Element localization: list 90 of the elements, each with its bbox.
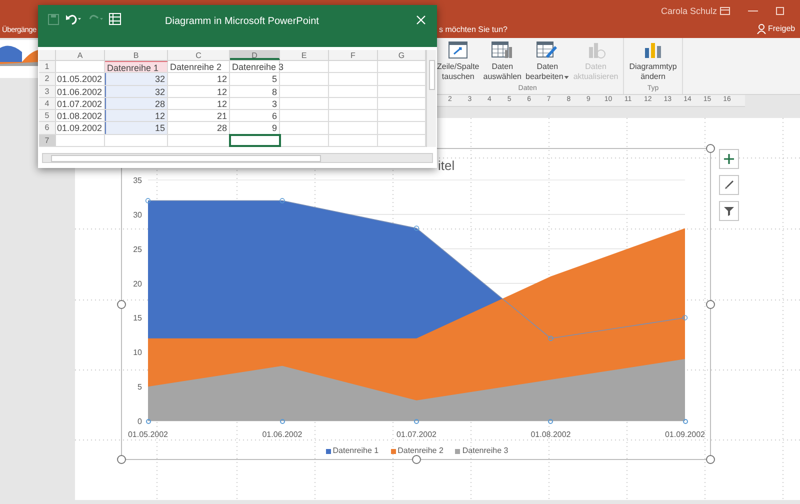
axis-category-label: 01.06.2002 <box>262 430 302 439</box>
resize-handle[interactable] <box>706 300 715 309</box>
baseline-handle[interactable] <box>548 418 554 424</box>
axis-tick-label: 25 <box>133 244 142 254</box>
row-header[interactable]: 7 <box>39 134 56 146</box>
axis-category-label: 01.05.2002 <box>128 430 168 439</box>
table-cell: 5 <box>230 73 280 85</box>
legend-label: Datenreihe 3 <box>462 445 508 457</box>
table-cell: 32 <box>105 86 168 97</box>
table-icon[interactable] <box>109 13 121 25</box>
filter-icon <box>724 206 734 216</box>
column-header[interactable]: A <box>56 50 105 60</box>
row-header[interactable]: 2 <box>39 73 56 85</box>
column-header[interactable]: D <box>230 50 280 60</box>
ribbon-button[interactable]: Diagrammtyp ändern <box>628 41 678 82</box>
table-cell: 32 <box>105 73 168 85</box>
vertical-scrollbar[interactable] <box>426 50 436 147</box>
point <box>548 336 554 341</box>
row-header[interactable]: 6 <box>39 122 56 134</box>
window-title: Diagramm in Microsoft PowerPoint <box>165 15 319 29</box>
point <box>414 226 420 231</box>
point <box>145 198 151 204</box>
baseline-handle[interactable] <box>682 418 688 424</box>
axis-tick-label: 10 <box>133 348 142 358</box>
chart-styles-button[interactable] <box>719 175 739 195</box>
axis-tick-label: 30 <box>133 210 142 220</box>
column-header[interactable]: F <box>329 50 378 60</box>
axis-tick-label: 0 <box>138 417 142 426</box>
user-name: Carola Schulz <box>661 5 718 18</box>
table-cell: 12 <box>105 110 168 122</box>
table-cell: 3 <box>230 98 280 110</box>
table-pencil-icon <box>536 41 558 59</box>
resize-handle[interactable] <box>706 455 715 464</box>
column-header[interactable]: B <box>105 50 168 60</box>
share-button[interactable]: Freigeb <box>757 23 796 35</box>
axis-tick-label: 20 <box>133 279 142 288</box>
axis-tick-label: 15 <box>133 314 142 323</box>
table-cell: 12 <box>168 98 230 110</box>
ribbon-button[interactable]: Daten auswählen <box>482 41 522 82</box>
table-cell: 15 <box>105 122 168 134</box>
selection-handles[interactable] <box>145 198 688 341</box>
bar-chart-icon <box>643 41 664 59</box>
row-header[interactable]: 3 <box>39 86 56 97</box>
point <box>280 198 285 204</box>
resize-handle[interactable] <box>117 455 126 464</box>
table-cell: 21 <box>168 110 230 122</box>
table-cell: 28 <box>168 122 230 134</box>
axis-tick-label: 5 <box>138 382 142 392</box>
slide-thumbnail[interactable] <box>0 40 38 78</box>
row-header[interactable]: 1 <box>39 61 56 72</box>
axis-category-label: 01.07.2002 <box>396 430 437 439</box>
legend-label: Datenreihe 2 <box>398 445 444 457</box>
active-cell[interactable] <box>230 134 280 146</box>
ribbon-display-icon[interactable] <box>720 7 730 15</box>
ribbon-button[interactable]: Daten bearbeiten <box>524 41 570 82</box>
brush-icon <box>724 180 734 190</box>
table-swap-icon <box>448 41 468 59</box>
resize-handle[interactable] <box>117 300 126 309</box>
table-cell: 9 <box>230 122 280 134</box>
table-chart-icon <box>491 41 514 59</box>
baseline-handle[interactable] <box>414 418 419 424</box>
table-cell: 8 <box>230 86 280 97</box>
table-cell: 12 <box>168 73 230 85</box>
plus-icon <box>724 154 734 164</box>
resize-handle[interactable] <box>412 455 421 464</box>
horizontal-scrollbar[interactable] <box>42 153 433 164</box>
person-icon <box>757 24 766 34</box>
table-cell: Datenreihe 2 <box>168 61 230 72</box>
axis-category-label: 01.08.2002 <box>530 430 571 439</box>
table-cell: 12 <box>168 86 230 97</box>
row-header[interactable]: 5 <box>39 110 56 122</box>
baseline-handle[interactable] <box>280 418 285 424</box>
table-cell: Datenreihe 1 <box>105 61 168 72</box>
column-header[interactable]: E <box>280 50 329 60</box>
table-cell: 6 <box>230 110 280 122</box>
row-header[interactable]: 4 <box>39 98 56 110</box>
table-cell: 28 <box>105 98 168 110</box>
axis-tick-label: 35 <box>133 176 142 185</box>
add-element-button[interactable] <box>719 149 739 169</box>
point <box>682 315 688 320</box>
resize-handle[interactable] <box>706 144 715 153</box>
baseline-handle[interactable] <box>146 418 150 424</box>
axis-category-label: 01.09.2002 <box>664 430 706 439</box>
tell-me-field[interactable]: s möchten Sie tun? <box>439 24 508 36</box>
chart-title: itel <box>438 158 455 173</box>
restore-icon[interactable] <box>776 7 784 15</box>
close-icon[interactable] <box>416 15 426 25</box>
undo-icon[interactable] <box>65 13 81 25</box>
legend-label: Datenreihe 1 <box>332 445 379 457</box>
filter-button[interactable] <box>719 201 739 221</box>
